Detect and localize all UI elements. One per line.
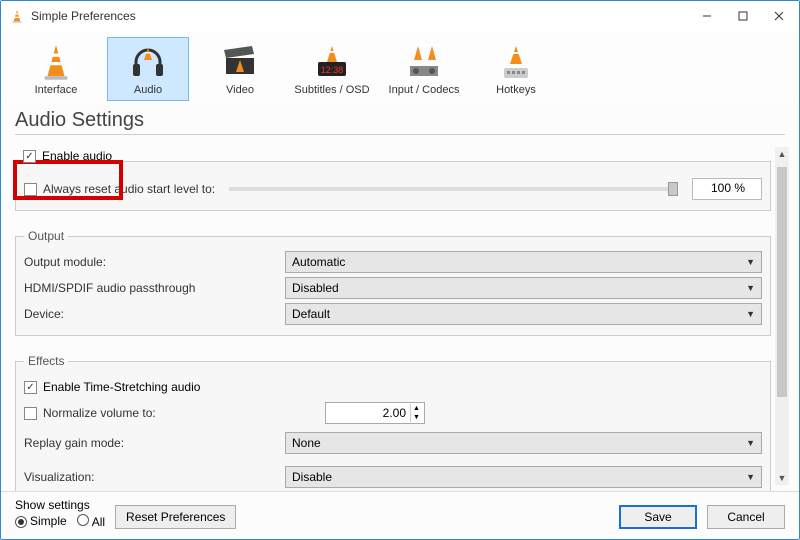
subtitles-icon: 12:38 (312, 42, 352, 82)
output-legend: Output (24, 229, 68, 243)
normalize-checkbox[interactable] (24, 407, 37, 420)
visualization-select[interactable]: Disable ▼ (285, 466, 762, 488)
tab-video[interactable]: Video (199, 37, 281, 101)
scroll-down-icon[interactable]: ▼ (775, 471, 789, 485)
timestretch-label: Enable Time-Stretching audio (43, 380, 200, 394)
show-settings-label: Show settings (15, 498, 105, 512)
page-title: Audio Settings (15, 109, 785, 132)
enable-audio-checkbox[interactable] (23, 150, 36, 163)
device-select[interactable]: Default ▼ (285, 303, 762, 325)
tab-label: Audio (134, 84, 162, 96)
always-reset-label: Always reset audio start level to: (43, 182, 215, 196)
replay-gain-select[interactable]: None ▼ (285, 432, 762, 454)
spinner-down-icon[interactable]: ▼ (410, 413, 422, 422)
save-button[interactable]: Save (619, 505, 697, 529)
hotkeys-icon (496, 42, 536, 82)
chevron-down-icon: ▼ (746, 438, 755, 448)
tab-label: Input / Codecs (389, 84, 460, 96)
spinner-up-icon[interactable]: ▲ (410, 404, 422, 413)
app-icon (9, 8, 25, 24)
timestretch-checkbox[interactable] (24, 381, 37, 394)
output-module-select[interactable]: Automatic ▼ (285, 251, 762, 273)
headphones-icon (128, 42, 168, 82)
vertical-scrollbar[interactable]: ▲ ▼ (775, 147, 789, 485)
effects-legend: Effects (24, 354, 68, 368)
passthrough-label: HDMI/SPDIF audio passthrough (24, 281, 279, 295)
minimize-button[interactable] (689, 2, 725, 30)
reset-preferences-button[interactable]: Reset Preferences (115, 505, 236, 529)
settings-content: Enable audio Always reset audio start le… (15, 141, 771, 491)
output-module-label: Output module: (24, 255, 279, 269)
close-button[interactable] (761, 2, 797, 30)
chevron-down-icon: ▼ (746, 283, 755, 293)
titlebar: Simple Preferences (1, 1, 799, 31)
normalize-label: Normalize volume to: (43, 406, 283, 420)
svg-text:12:38: 12:38 (321, 65, 344, 75)
chevron-down-icon: ▼ (746, 257, 755, 267)
clapper-icon (220, 42, 260, 82)
divider (15, 134, 785, 135)
tab-label: Video (226, 84, 254, 96)
always-reset-checkbox[interactable] (24, 183, 37, 196)
chevron-down-icon: ▼ (746, 309, 755, 319)
tab-label: Interface (35, 84, 78, 96)
passthrough-select[interactable]: Disabled ▼ (285, 277, 762, 299)
normalize-value-spinner[interactable]: 2.00 ▲▼ (325, 402, 425, 424)
replay-gain-label: Replay gain mode: (24, 436, 279, 450)
codecs-icon (404, 42, 444, 82)
chevron-down-icon: ▼ (746, 472, 755, 482)
enable-audio-label: Enable audio (42, 149, 112, 163)
footer: Show settings Simple All Reset Preferenc… (1, 491, 799, 539)
tab-subtitles[interactable]: 12:38 Subtitles / OSD (291, 37, 373, 101)
cone-icon (36, 42, 76, 82)
tab-label: Hotkeys (496, 84, 536, 96)
visualization-label: Visualization: (24, 470, 279, 484)
tab-audio[interactable]: Audio (107, 37, 189, 101)
tab-interface[interactable]: Interface (15, 37, 97, 101)
category-tabs: Interface Audio Video 12:38 Subtitles / … (1, 31, 799, 103)
scrollbar-thumb[interactable] (777, 167, 787, 397)
show-all-radio[interactable]: All (77, 514, 105, 529)
tab-label: Subtitles / OSD (294, 84, 369, 96)
scroll-up-icon[interactable]: ▲ (775, 147, 789, 161)
start-level-slider[interactable] (229, 187, 678, 191)
window-title: Simple Preferences (31, 9, 689, 23)
tab-input-codecs[interactable]: Input / Codecs (383, 37, 465, 101)
show-simple-radio[interactable]: Simple (15, 514, 67, 529)
cancel-button[interactable]: Cancel (707, 505, 785, 529)
device-label: Device: (24, 307, 279, 321)
start-level-value[interactable]: 100 % (692, 178, 762, 200)
tab-hotkeys[interactable]: Hotkeys (475, 37, 557, 101)
preferences-window: Simple Preferences Interface Audio Video (0, 0, 800, 540)
maximize-button[interactable] (725, 2, 761, 30)
